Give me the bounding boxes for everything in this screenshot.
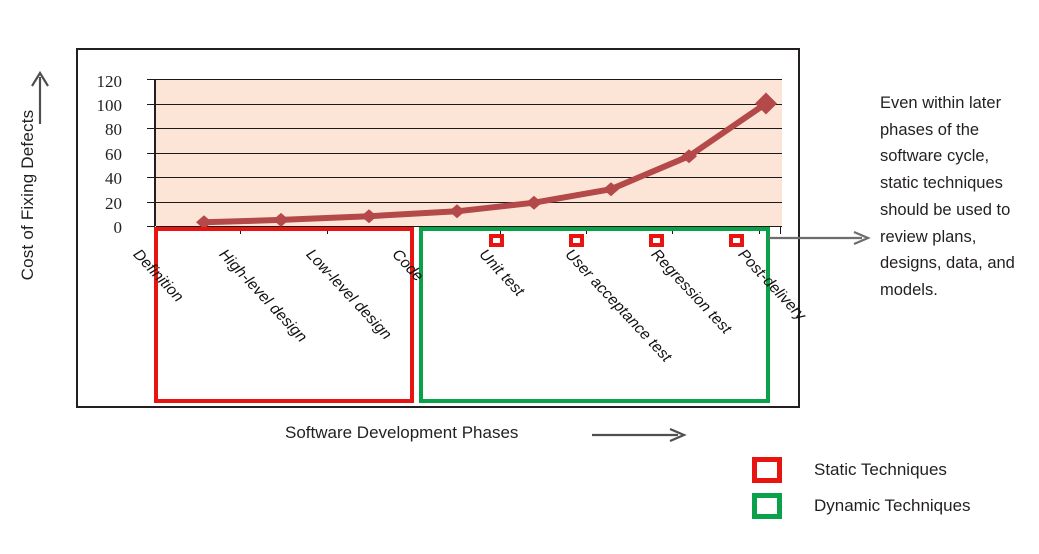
- y-tick-label-60: 60: [105, 145, 122, 164]
- x-axis-arrow-icon: [592, 428, 687, 442]
- y-tick-mark: [147, 103, 154, 105]
- y-tick-mark: [147, 177, 154, 178]
- gridline: [156, 79, 782, 80]
- marker-diamond: [361, 209, 377, 224]
- figure-root: Cost of Fixing Defects 120 100 80 60 40 …: [0, 0, 1039, 554]
- series-markers: [196, 92, 777, 230]
- static-review-marker: [569, 234, 584, 247]
- chart-frame: 120 100 80 60 40 20 0 Definition High-le…: [76, 48, 809, 408]
- gridline: [156, 128, 782, 129]
- y-tick-label-40: 40: [105, 169, 122, 188]
- plot-area: [154, 79, 782, 230]
- y-tick-mark: [147, 201, 154, 203]
- legend-swatch-dynamic-icon: [752, 493, 782, 519]
- series-line: [201, 100, 769, 226]
- gridline: [156, 177, 782, 178]
- y-tick-label-20: 20: [105, 194, 122, 213]
- y-tick-label-120: 120: [96, 72, 123, 91]
- gridline: [156, 152, 782, 154]
- marker-diamond: [603, 182, 619, 197]
- y-tick-mark: [147, 79, 154, 80]
- y-tick-label-100: 100: [96, 96, 123, 115]
- legend-row-dynamic[interactable]: Dynamic Techniques: [752, 488, 1037, 524]
- static-review-marker: [489, 234, 504, 247]
- y-axis-arrow-icon: [31, 70, 49, 124]
- marker-diamond: [449, 204, 465, 219]
- static-review-marker: [649, 234, 664, 247]
- callout-text: Even within later phases of the software…: [880, 94, 1015, 300]
- legend-row-static[interactable]: Static Techniques: [752, 452, 1037, 488]
- gridline: [156, 103, 782, 105]
- legend: Static Techniques Dynamic Techniques: [752, 452, 1037, 524]
- marker-diamond: [526, 195, 542, 210]
- legend-label-dynamic: Dynamic Techniques: [814, 496, 971, 515]
- static-review-marker: [729, 234, 744, 247]
- y-tick-mark: [147, 152, 154, 154]
- legend-label-static: Static Techniques: [814, 460, 947, 479]
- y-tick-mark: [147, 128, 154, 129]
- legend-swatch-static-icon: [752, 457, 782, 483]
- x-axis-caption: Software Development Phases: [285, 423, 519, 442]
- marker-diamond: [273, 212, 289, 227]
- callout-arrow-icon: [768, 231, 871, 245]
- y-tick-label-80: 80: [105, 120, 122, 139]
- gridline: [156, 201, 782, 203]
- y-axis-title: Cost of Fixing Defects: [18, 109, 37, 281]
- y-tick-label-0: 0: [113, 218, 123, 237]
- marker-diamond: [681, 149, 697, 164]
- y-tick-mark: [147, 226, 154, 227]
